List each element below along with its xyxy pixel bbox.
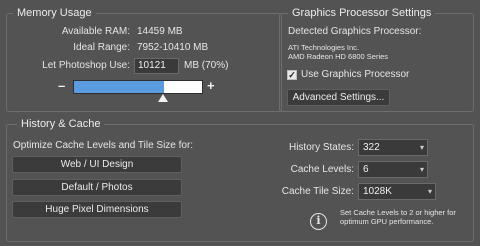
- info-text-line2: optimum GPU performance.: [340, 217, 434, 226]
- optimize-label: Optimize Cache Levels and Tile Size for:: [13, 140, 194, 151]
- chevron-down-icon: ▾: [427, 187, 432, 196]
- info-icon-glyph: i: [316, 214, 321, 227]
- use-gpu-checkbox[interactable]: ✓: [287, 70, 297, 80]
- cache-levels-select[interactable]: 6 ▾: [358, 161, 428, 178]
- default-photos-button[interactable]: Default / Photos: [12, 179, 182, 196]
- ideal-range-value: 7952-10410 MB: [137, 42, 209, 53]
- slider-minus-icon[interactable]: –: [58, 79, 65, 93]
- info-text-line1: Set Cache Levels to 2 or higher for: [340, 208, 456, 217]
- history-states-select[interactable]: 322 ▾: [358, 139, 428, 156]
- cache-tile-size-select[interactable]: 1028K ▾: [358, 183, 436, 200]
- history-states-label: History States:: [288, 142, 354, 153]
- info-icon: i: [310, 213, 327, 230]
- available-ram-value: 14459 MB: [137, 26, 183, 37]
- let-photoshop-use-label: Let Photoshop Use:: [42, 60, 130, 71]
- chevron-down-icon: ▾: [419, 165, 424, 174]
- memory-unit-label: MB (70%): [184, 60, 229, 71]
- memory-amount-input[interactable]: 10121: [134, 58, 179, 74]
- memory-slider-fill: [74, 81, 164, 93]
- use-gpu-label[interactable]: Use Graphics Processor: [301, 69, 409, 81]
- cache-levels-value: 6: [363, 164, 369, 175]
- cache-tile-size-value: 1028K: [363, 186, 392, 197]
- cache-tile-size-label: Cache Tile Size:: [281, 186, 354, 197]
- web-ui-design-button[interactable]: Web / UI Design: [12, 156, 182, 173]
- detected-gpu-label: Detected Graphics Processor:: [288, 26, 422, 37]
- history-cache-title: History & Cache: [17, 118, 105, 131]
- chevron-down-icon: ▾: [419, 143, 424, 152]
- available-ram-label: Available RAM:: [61, 26, 130, 37]
- advanced-settings-button[interactable]: Advanced Settings...: [287, 89, 390, 106]
- gpu-settings-title: Graphics Processor Settings: [288, 7, 436, 20]
- huge-pixel-dimensions-button[interactable]: Huge Pixel Dimensions: [12, 201, 182, 218]
- gpu-vendor: ATI Technologies Inc.: [288, 43, 360, 52]
- ideal-range-label: Ideal Range:: [73, 42, 130, 53]
- gpu-model: AMD Radeon HD 6800 Series: [288, 52, 389, 61]
- memory-slider-empty: [164, 81, 202, 93]
- cache-levels-label: Cache Levels:: [290, 164, 354, 175]
- memory-slider-track[interactable]: [73, 80, 203, 94]
- slider-plus-icon[interactable]: +: [207, 79, 215, 93]
- memory-usage-title: Memory Usage: [13, 7, 96, 20]
- memory-slider-thumb[interactable]: [158, 94, 168, 102]
- history-states-value: 322: [363, 142, 380, 153]
